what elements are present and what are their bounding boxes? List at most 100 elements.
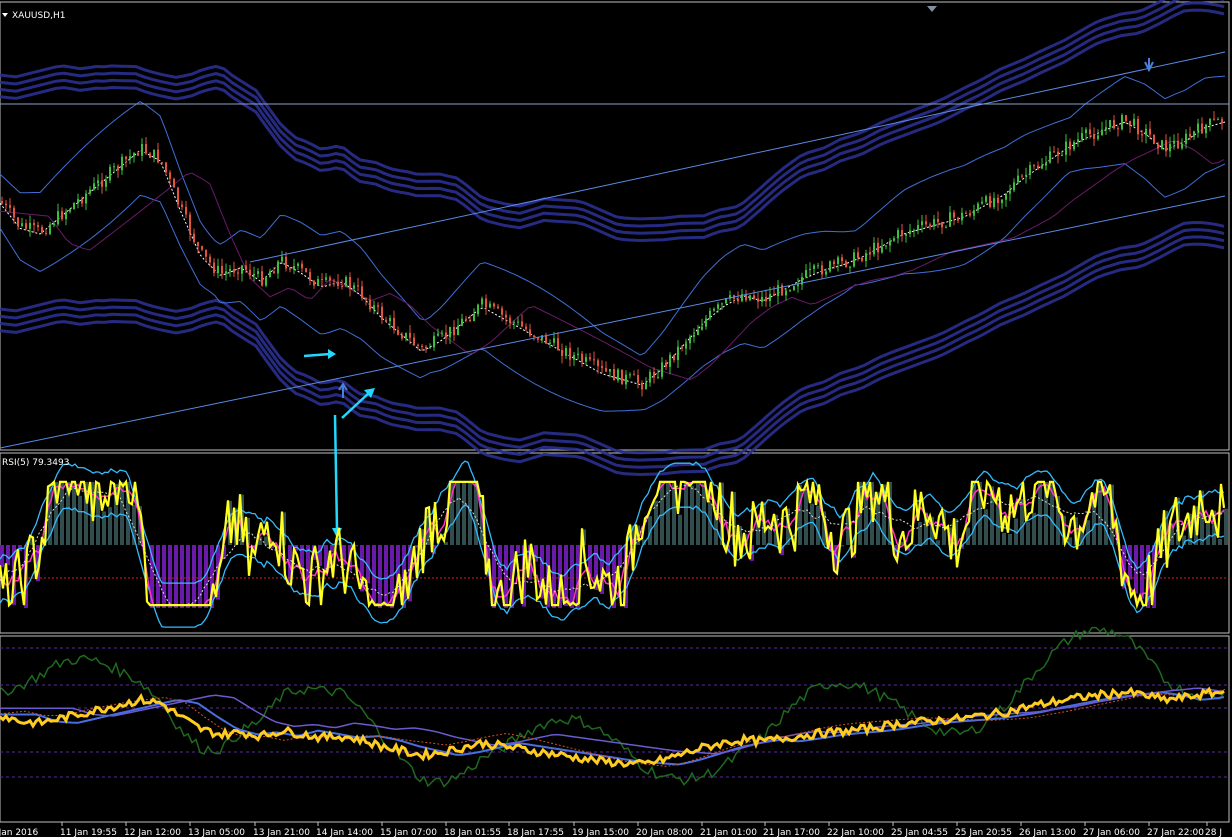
- candle-body: [513, 322, 515, 324]
- candle-body: [1109, 120, 1111, 128]
- candle-body: [237, 272, 239, 274]
- candle-body: [617, 369, 619, 381]
- candle-body: [273, 271, 275, 274]
- candle-body: [993, 198, 995, 208]
- candle-body: [689, 336, 691, 344]
- arrow-head-icon: [328, 349, 336, 359]
- ma-band-line: [0, 235, 1225, 469]
- candle-body: [949, 212, 951, 227]
- x-tick-label: 13 Jan 05:00: [188, 828, 245, 837]
- rsi-hist-bar: [1104, 494, 1108, 545]
- candle-body: [133, 153, 135, 157]
- rsi-hist-bar: [690, 485, 694, 545]
- candle-body: [201, 246, 203, 250]
- candle-body: [721, 303, 723, 305]
- candle-body: [45, 232, 47, 234]
- candle-body: [277, 261, 279, 274]
- candle-body: [29, 222, 31, 229]
- candle-body: [1025, 174, 1027, 176]
- candle-body: [1085, 129, 1087, 134]
- candle-body: [157, 149, 159, 163]
- candle-body: [641, 382, 643, 390]
- candle-body: [1005, 193, 1007, 200]
- candle-body: [497, 306, 499, 309]
- candle-body: [553, 338, 555, 343]
- candle-body: [97, 180, 99, 184]
- candle-body: [961, 212, 963, 221]
- indicator-lines: [0, 626, 1228, 788]
- scroll-marker-icon[interactable]: [927, 6, 937, 12]
- candle-body: [381, 306, 383, 320]
- candle-body: [609, 369, 611, 372]
- candle-body: [1061, 154, 1063, 156]
- candle-body: [953, 212, 955, 218]
- candle-body: [149, 153, 151, 158]
- candle-body: [1157, 143, 1159, 149]
- x-tick-label: 15 Jan 07:00: [380, 828, 437, 837]
- candle-body: [13, 207, 15, 218]
- candle-body: [1161, 140, 1163, 149]
- rsi-hist-bar: [192, 545, 196, 608]
- candle-body: [601, 366, 603, 369]
- x-tick-label: 12 Jan 12:00: [124, 828, 181, 837]
- rsi-hist-bar: [936, 540, 940, 545]
- ma-band-line: [0, 0, 1224, 228]
- candle-body: [485, 298, 487, 308]
- candle-body: [893, 238, 895, 241]
- candle-body: [377, 305, 379, 307]
- rsi-hist-bar: [1224, 508, 1228, 545]
- candle-body: [1205, 124, 1207, 134]
- candle-body: [217, 265, 219, 273]
- candle-body: [493, 303, 495, 307]
- candle-body: [1181, 144, 1183, 149]
- candle-body: [105, 180, 107, 187]
- bollinger-line: [0, 163, 1226, 412]
- arrow-right-icon: [303, 352, 331, 358]
- candle-body: [873, 242, 875, 255]
- candle-body: [853, 252, 855, 267]
- rsi-histogram: [0, 482, 1228, 608]
- candle-body: [269, 271, 271, 278]
- candle-body: [881, 246, 883, 253]
- trading-chart[interactable]: XAUUSD,H1 RSI(5) 79.3493 8 Jan 2016 11 Ja…: [0, 0, 1232, 837]
- rsi-hist-bar: [174, 545, 178, 608]
- candle-body: [1069, 141, 1071, 150]
- candle-body: [841, 257, 843, 262]
- candle-body: [941, 222, 943, 228]
- candle-body: [621, 369, 623, 385]
- candle-body: [693, 335, 695, 337]
- rsi-hist-bar: [6, 545, 10, 566]
- candle-body: [453, 326, 455, 336]
- candle-body: [369, 299, 371, 310]
- ma-band-line: [0, 0, 1167, 221]
- candle-body: [1001, 199, 1003, 204]
- rsi-hist-bar: [816, 505, 820, 545]
- candle-body: [933, 219, 935, 227]
- candle-body: [329, 277, 331, 281]
- candle-body: [1169, 143, 1171, 152]
- candle-body: [985, 196, 987, 202]
- candle-body: [545, 335, 547, 344]
- candle-body: [137, 153, 139, 156]
- candle-body: [17, 217, 19, 226]
- candle-body: [857, 252, 859, 258]
- candle-body: [253, 273, 255, 276]
- collapse-triangle-icon[interactable]: [2, 13, 8, 17]
- candle-body: [245, 265, 247, 270]
- candle-body: [965, 212, 967, 214]
- candle-body: [1089, 129, 1091, 135]
- candle-body: [669, 354, 671, 367]
- candle-body: [533, 335, 535, 337]
- rsi-hist-bar: [1026, 522, 1030, 545]
- candle-body: [189, 214, 191, 234]
- candle-body: [589, 357, 591, 360]
- candle-body: [65, 211, 67, 220]
- candle-body: [1129, 120, 1131, 126]
- candle-body: [725, 298, 727, 304]
- candle-body: [657, 376, 659, 378]
- candle-body: [33, 222, 35, 225]
- candle-body: [121, 156, 123, 171]
- candle-body: [281, 256, 283, 262]
- candle-body: [461, 318, 463, 326]
- candle-body: [1081, 133, 1083, 140]
